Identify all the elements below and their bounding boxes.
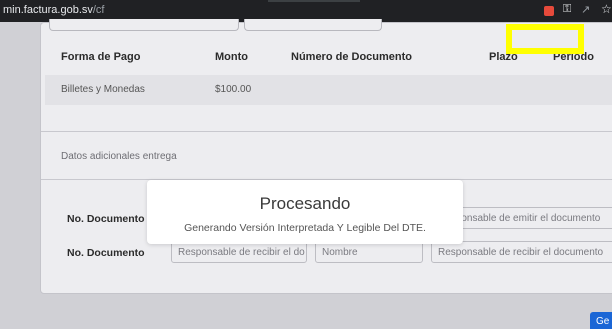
top-input-left[interactable] (49, 19, 239, 31)
receiver-responsible-field[interactable]: Responsable de recibir el documento (431, 241, 612, 263)
col-monto: Monto (215, 51, 248, 63)
doc-number-label-2: No. Documento (67, 247, 145, 259)
payment-table-header: Forma de Pago Monto Número de Documento … (41, 51, 612, 71)
delivery-section-title: Datos adicionales entrega (61, 151, 177, 162)
cell-forma-de-pago: Billetes y Monedas (61, 84, 145, 95)
generate-button[interactable]: Ge (590, 312, 612, 329)
address-text[interactable]: min.factura.gob.sv/cf (3, 4, 105, 16)
name-field-2[interactable]: Nombre (315, 241, 423, 263)
section-divider (41, 131, 612, 132)
modal-message: Generando Versión Interpretada Y Legible… (184, 222, 426, 234)
doc-number-label-1: No. Documento (67, 213, 145, 225)
highlight-annotation (506, 24, 584, 54)
table-row: Billetes y Monedas $100.00 (45, 75, 612, 105)
modal-title: Procesando (259, 194, 351, 213)
doc-number-field-2[interactable]: Responsable de recibir el do (171, 241, 307, 263)
active-tab-edge (268, 0, 360, 2)
url-path: /cf (92, 4, 105, 16)
page-content: Forma de Pago Monto Número de Documento … (0, 19, 612, 329)
share-icon[interactable]: ↗ (581, 3, 590, 16)
processing-modal: Procesando Generando Versión Interpretad… (147, 180, 463, 244)
key-icon[interactable]: ⚿ (563, 3, 571, 16)
col-numero-documento: Número de Documento (291, 51, 413, 63)
url-host: min.factura.gob.sv (3, 4, 93, 16)
form-card: Forma de Pago Monto Número de Documento … (40, 19, 612, 294)
top-input-right[interactable] (244, 19, 382, 31)
cell-monto: $100.00 (215, 84, 252, 95)
star-icon[interactable]: ☆ (601, 2, 612, 16)
col-forma-de-pago: Forma de Pago (61, 51, 141, 63)
extension-icon[interactable] (544, 6, 554, 16)
